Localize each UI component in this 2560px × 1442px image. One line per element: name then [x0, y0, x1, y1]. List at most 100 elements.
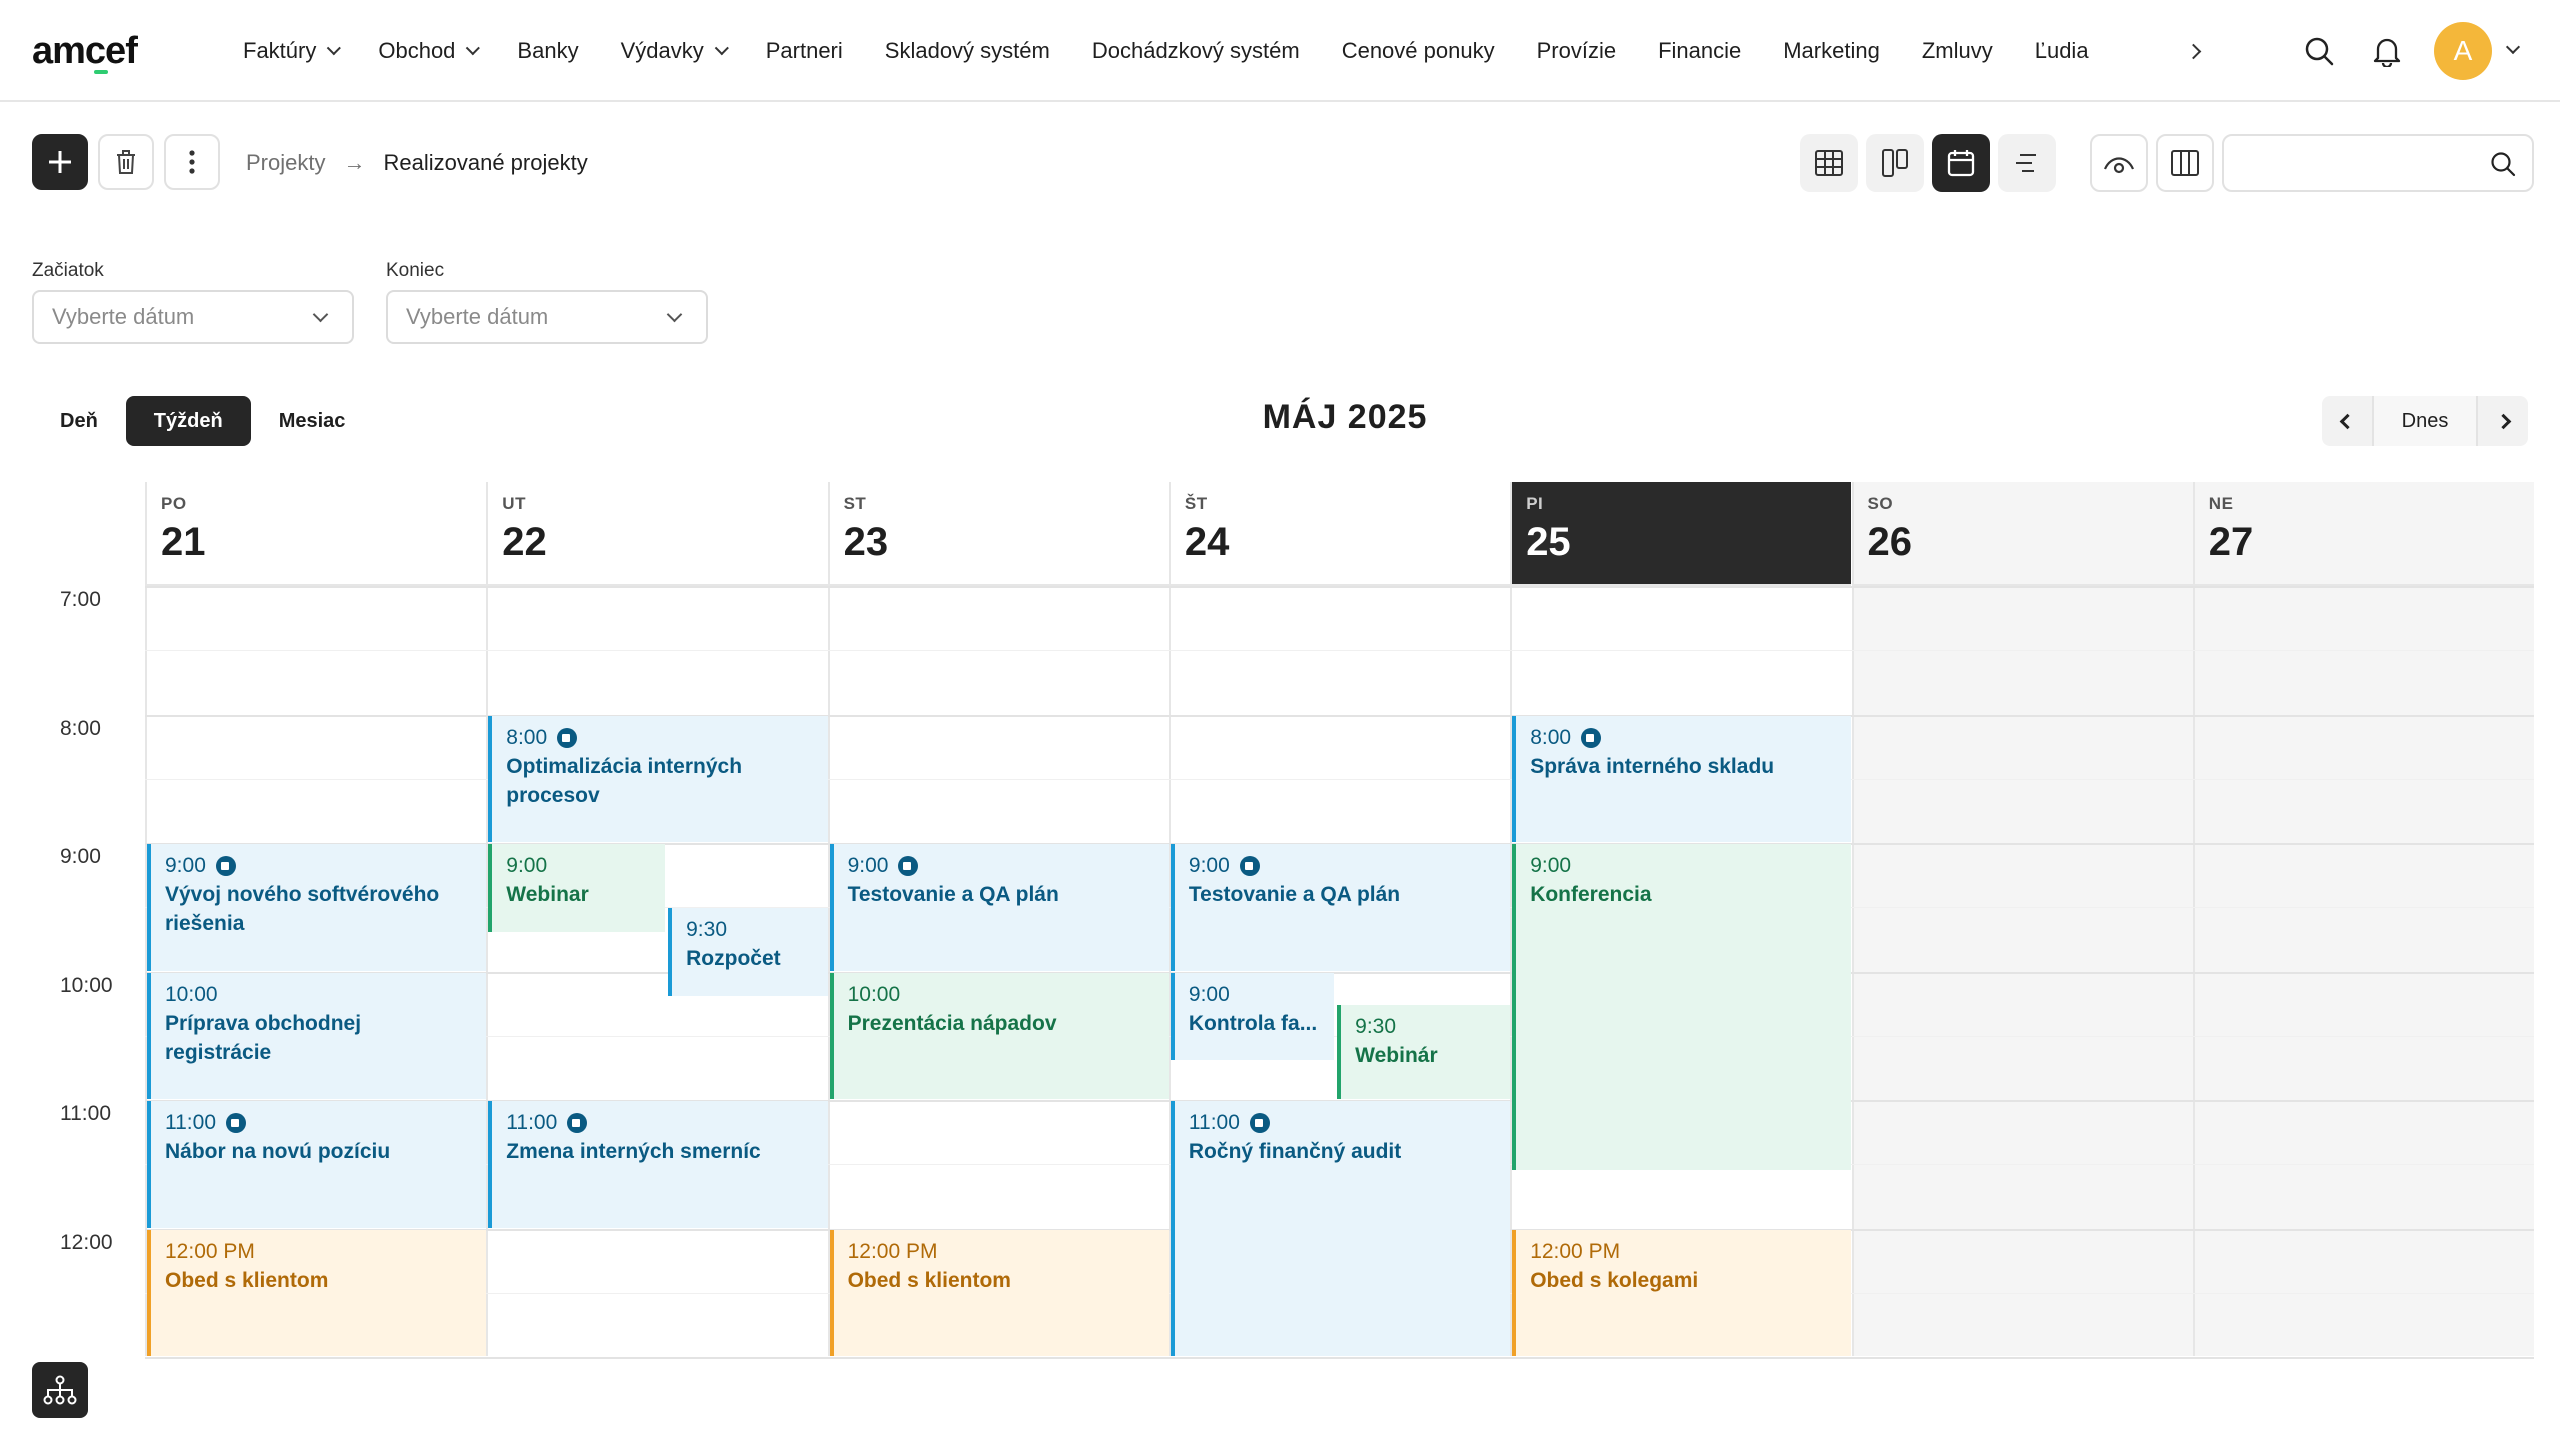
trash-icon: [117, 150, 135, 174]
start-date-select[interactable]: Vyberte dátum: [32, 290, 354, 344]
previous-week-button[interactable]: [2322, 396, 2372, 446]
more-vertical-icon: [189, 150, 195, 174]
nav-item-3[interactable]: Výdavky: [600, 0, 745, 102]
calendar-event[interactable]: 9:00 Kontrola fa...: [1170, 972, 1334, 1061]
event-time: 11:00: [1189, 1111, 1496, 1135]
day-column[interactable]: NE 27: [2192, 482, 2535, 1356]
user-avatar[interactable]: A: [2434, 22, 2492, 80]
app-logo[interactable]: amcef: [32, 30, 138, 74]
kanban-view-button[interactable]: [1866, 134, 1924, 192]
event-time: 9:00: [1189, 854, 1496, 878]
calendar-event[interactable]: 11:00 Ročný finančný audit: [1170, 1101, 1511, 1356]
nav-item-6[interactable]: Dochádzkový systém: [1071, 0, 1321, 102]
calendar-event[interactable]: 9:00 Testovanie a QA plán: [829, 844, 1169, 971]
chevron-down-icon: [466, 41, 481, 56]
hour-gridline: [145, 586, 2534, 588]
more-options-button[interactable]: [164, 134, 220, 190]
nav-item-9[interactable]: Financie: [1637, 0, 1762, 102]
table-view-button[interactable]: [1800, 134, 1858, 192]
day-of-week: UT: [502, 494, 526, 513]
calendar-view-button[interactable]: [1932, 134, 1990, 192]
nav-item-0[interactable]: Faktúry: [222, 0, 357, 102]
table-icon: [1815, 150, 1843, 176]
next-week-button[interactable]: [2478, 396, 2528, 446]
nav-item-label: Ľudia: [2034, 38, 2089, 63]
nav-item-11[interactable]: Zmluvy: [1901, 0, 2014, 102]
add-button[interactable]: [32, 134, 88, 190]
calendar-event[interactable]: 9:30 Rozpočet: [668, 908, 828, 997]
search-input[interactable]: [2240, 146, 2480, 182]
calendar-event[interactable]: 9:00 Vývoj nového softvérového riešenia: [147, 844, 487, 971]
nav-item-10[interactable]: Marketing: [1762, 0, 1901, 102]
nav-item-label: Provízie: [1536, 38, 1617, 63]
nav-item-label: Cenové ponuky: [1341, 38, 1495, 63]
nav-item-5[interactable]: Skladový systém: [864, 0, 1071, 102]
day-number: 22: [502, 520, 547, 564]
calendar-event[interactable]: 9:00 Testovanie a QA plán: [1170, 844, 1511, 971]
calendar-event[interactable]: 8:00 Optimalizácia interných procesov: [488, 715, 828, 842]
today-button[interactable]: Dnes: [2372, 396, 2478, 446]
calendar-event[interactable]: 12:00 PM Obed s kolegami: [1512, 1229, 1852, 1356]
event-time: 10:00: [165, 983, 472, 1007]
nav-item-2[interactable]: Banky: [496, 0, 599, 102]
day-header: ST 23: [829, 482, 1169, 586]
day-column[interactable]: SO 26: [1851, 482, 2193, 1356]
timeline-icon: [2016, 154, 2036, 172]
page: amcef Faktúry Obchod Banky Výdavky Partneri S…: [0, 0, 2560, 1442]
event-time-text: 8:00: [506, 725, 548, 749]
event-time-text: 9:30: [686, 918, 727, 942]
view-tab-1[interactable]: Týždeň: [125, 396, 251, 446]
day-number: 25: [1526, 520, 1571, 564]
start-date-placeholder: Vyberte dátum: [52, 304, 195, 329]
event-title: Konferencia: [1530, 883, 1652, 906]
search-button[interactable]: [2300, 32, 2338, 70]
view-tab-0[interactable]: Deň: [32, 396, 126, 446]
calendar-event[interactable]: 10:00 Príprava obchodnej registrácie: [147, 972, 487, 1099]
nav-item-12[interactable]: Ľudia: [2014, 0, 2110, 102]
calendar-event[interactable]: 9:30 Webinár: [1337, 1004, 1511, 1099]
nav-item-8[interactable]: Provízie: [1516, 0, 1637, 102]
calendar-event[interactable]: 11:00 Zmena interných smerníc: [488, 1101, 828, 1228]
video-call-icon: [898, 856, 919, 876]
start-date-label: Začiatok: [32, 260, 104, 281]
event-time: 9:00: [506, 854, 650, 878]
nav-item-4[interactable]: Partneri: [745, 0, 864, 102]
calendar-event[interactable]: 11:00 Nábor na novú pozíciu: [147, 1101, 487, 1228]
event-time: 9:30: [1355, 1015, 1496, 1039]
bell-icon: [2373, 38, 2401, 67]
event-title: Testovanie a QA plán: [847, 883, 1059, 906]
structure-button[interactable]: [32, 1362, 88, 1418]
end-date-select[interactable]: Vyberte dátum: [386, 290, 708, 344]
event-title: Rozpočet: [686, 947, 781, 971]
event-title: Správa interného skladu: [1530, 754, 1775, 778]
nav-item-7[interactable]: Cenové ponuky: [1321, 0, 1516, 102]
calendar-event[interactable]: 12:00 PM Obed s klientom: [829, 1229, 1169, 1356]
day-header-today: PI 25: [1512, 482, 1852, 586]
video-call-icon: [226, 1113, 246, 1133]
time-label: 10:00: [60, 973, 113, 997]
timeline-view-button[interactable]: [1998, 134, 2056, 192]
breadcrumb-parent[interactable]: Projekty: [246, 150, 325, 176]
calendar-event[interactable]: 12:00 PM Obed s klientom: [147, 1229, 487, 1356]
nav-more-button[interactable]: [2180, 38, 2206, 64]
day-of-week: PI: [1526, 494, 1544, 513]
event-title: Obed s kolegami: [1530, 1268, 1699, 1292]
visibility-button[interactable]: [2090, 134, 2148, 192]
calendar-event[interactable]: 9:00 Konferencia: [1512, 844, 1852, 1170]
day-number: 21: [161, 520, 206, 564]
end-date-placeholder: Vyberte dátum: [406, 304, 549, 329]
delete-button[interactable]: [98, 134, 154, 190]
event-time-text: 9:00: [1188, 982, 1230, 1006]
calendar-event[interactable]: 8:00 Správa interného skladu: [1512, 715, 1852, 842]
search-icon[interactable]: [2490, 151, 2516, 177]
day-number: 27: [2208, 520, 2254, 564]
calendar-event[interactable]: 9:00 Webinar: [488, 844, 665, 932]
event-time: 8:00: [1530, 726, 1837, 750]
avatar-chevron-down-icon[interactable]: [2505, 39, 2521, 55]
columns-icon: [2171, 150, 2199, 176]
nav-item-1[interactable]: Obchod: [357, 0, 496, 102]
notifications-button[interactable]: [2368, 32, 2406, 70]
view-tab-2[interactable]: Mesiac: [251, 396, 374, 446]
calendar-event[interactable]: 10:00 Prezentácia nápadov: [829, 972, 1169, 1099]
columns-button[interactable]: [2156, 134, 2214, 192]
